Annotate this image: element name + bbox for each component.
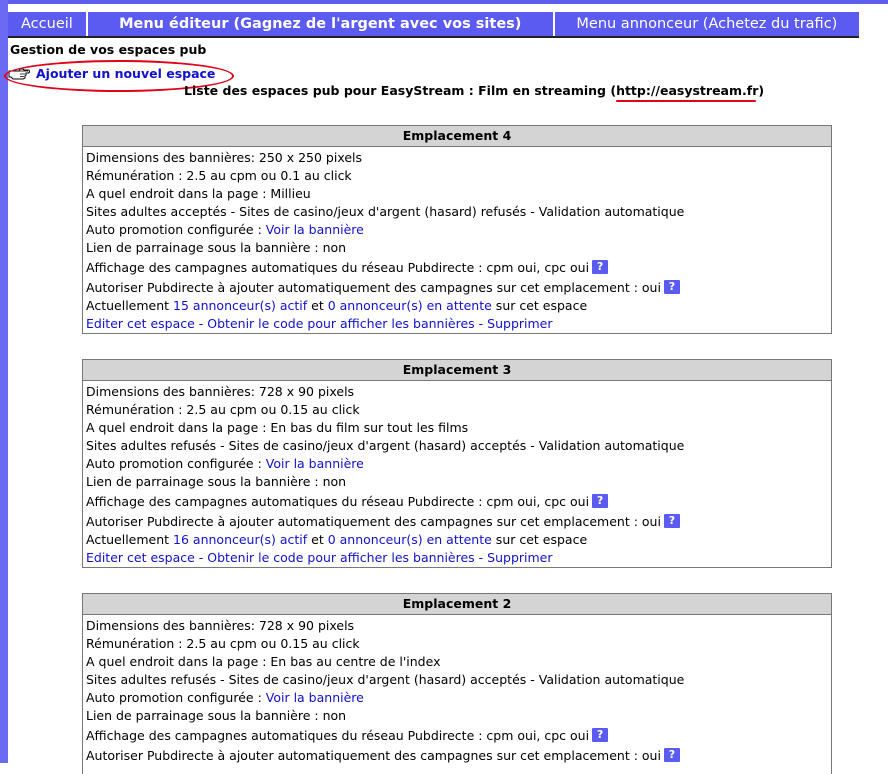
auto-campaigns-line: Affichage des campagnes automatiques du …	[83, 725, 831, 745]
view-banner-link[interactable]: Voir la bannière	[266, 690, 364, 705]
actions-line: Editer cet espace - Obtenir le code pour…	[86, 316, 553, 331]
page-location: A quel endroit dans la page : En bas du …	[86, 420, 469, 435]
pending-advertisers-link[interactable]: 0 annonceur(s) en attente	[328, 532, 492, 547]
box-title: Emplacement 4	[83, 126, 831, 147]
auto-campaigns-text: Affichage des campagnes automatiques du …	[86, 494, 590, 509]
auto-promotion-line: Auto promotion configurée : Voir la bann…	[83, 455, 831, 473]
left-border	[0, 0, 8, 763]
main-menu-bar: Accueil Menu éditeur (Gagnez de l'argent…	[8, 12, 859, 38]
current-advertisers-line: Actuellement 15 annonceur(s) actif et 0 …	[83, 297, 831, 315]
page-location: A quel endroit dans la page : En bas au …	[86, 654, 441, 669]
referral-link-setting: Lien de parrainage sous la bannière : no…	[86, 708, 347, 723]
auto-promotion-line: Auto promotion configurée : Voir la bann…	[83, 689, 831, 707]
ad-space-box: Emplacement 4 Dimensions des bannières: …	[82, 125, 832, 334]
banner-dimensions: Dimensions des bannières: 728 x 90 pixel…	[86, 618, 355, 633]
red-annotation-underline	[616, 100, 757, 102]
authorize-line: Autoriser Pubdirecte à ajouter automatiq…	[83, 511, 831, 531]
auto-promotion-label: Auto promotion configurée :	[86, 456, 266, 471]
list-title-close: )	[758, 83, 765, 98]
authorize-line: Autoriser Pubdirecte à ajouter automatiq…	[83, 745, 831, 765]
current-mid: et	[307, 532, 328, 547]
referral-link-setting: Lien de parrainage sous la bannière : no…	[86, 240, 347, 255]
site-policy: Sites adultes refusés - Sites de casino/…	[86, 672, 685, 687]
list-title-text: Liste des espaces pub pour EasyStream : …	[184, 83, 617, 98]
edit-space-link[interactable]: Editer cet espace	[86, 316, 195, 331]
active-advertisers-link[interactable]: 16 annonceur(s) actif	[173, 532, 307, 547]
ad-space-box: Emplacement 3 Dimensions des bannières: …	[82, 359, 832, 568]
current-prefix: Actuellement	[86, 532, 174, 547]
current-suffix: sur cet espace	[491, 532, 588, 547]
menu-advertiser[interactable]: Menu annonceur (Achetez du trafic)	[555, 12, 859, 36]
site-policy: Sites adultes acceptés - Sites de casino…	[86, 204, 685, 219]
help-icon[interactable]: ?	[592, 728, 609, 742]
delete-space-link[interactable]: Supprimer	[487, 316, 552, 331]
auto-campaigns-text: Affichage des campagnes automatiques du …	[86, 728, 590, 743]
pending-advertisers-link[interactable]: 0 annonceur(s) en attente	[328, 298, 492, 313]
authorize-text: Autoriser Pubdirecte à ajouter automatiq…	[86, 748, 661, 763]
view-banner-link[interactable]: Voir la bannière	[266, 456, 364, 471]
active-advertisers-link[interactable]: 15 annonceur(s) actif	[173, 298, 307, 313]
help-icon[interactable]: ?	[663, 748, 680, 762]
auto-campaigns-text: Affichage des campagnes automatiques du …	[86, 260, 590, 275]
current-prefix: Actuellement	[86, 298, 174, 313]
auto-campaigns-line: Affichage des campagnes automatiques du …	[83, 257, 831, 277]
help-icon[interactable]: ?	[592, 260, 609, 274]
get-code-link[interactable]: Obtenir le code pour afficher les banniè…	[207, 550, 474, 565]
referral-link-setting: Lien de parrainage sous la bannière : no…	[86, 474, 347, 489]
authorize-text: Autoriser Pubdirecte à ajouter automatiq…	[86, 280, 661, 295]
help-icon[interactable]: ?	[663, 514, 680, 528]
site-url-text: http://easystream.fr	[616, 83, 759, 98]
page-location: A quel endroit dans la page : Millieu	[86, 186, 311, 201]
banner-dimensions: Dimensions des bannières: 250 x 250 pixe…	[86, 150, 363, 165]
remuneration: Rémunération : 2.5 au cpm ou 0.1 au clic…	[86, 168, 352, 183]
current-advertisers-line: Actuellement 16 annonceur(s) actif et 0 …	[83, 531, 831, 549]
view-banner-link[interactable]: Voir la bannière	[266, 222, 364, 237]
page-section-title: Gestion de vos espaces pub	[10, 42, 207, 57]
menu-editor[interactable]: Menu éditeur (Gagnez de l'argent avec vo…	[88, 12, 555, 36]
auto-campaigns-line: Affichage des campagnes automatiques du …	[83, 491, 831, 511]
site-url: http://easystream.fr	[616, 83, 759, 102]
remuneration: Rémunération : 2.5 au cpm ou 0.15 au cli…	[86, 636, 360, 651]
authorize-line: Autoriser Pubdirecte à ajouter automatiq…	[83, 277, 831, 297]
box-title: Emplacement 3	[83, 360, 831, 381]
actions-line: Editer cet espace - Obtenir le code pour…	[86, 550, 553, 565]
get-code-link[interactable]: Obtenir le code pour afficher les banniè…	[207, 316, 474, 331]
current-suffix: sur cet espace	[491, 298, 588, 313]
site-policy: Sites adultes refusés - Sites de casino/…	[86, 438, 685, 453]
auto-promotion-label: Auto promotion configurée :	[86, 222, 266, 237]
menu-home[interactable]: Accueil	[8, 12, 88, 36]
edit-space-link[interactable]: Editer cet espace	[86, 550, 195, 565]
help-icon[interactable]: ?	[663, 280, 680, 294]
ad-space-box: Emplacement 2 Dimensions des bannières: …	[82, 593, 832, 774]
delete-space-link[interactable]: Supprimer	[487, 550, 552, 565]
auto-promotion-line: Auto promotion configurée : Voir la bann…	[83, 221, 831, 239]
authorize-text: Autoriser Pubdirecte à ajouter automatiq…	[86, 514, 661, 529]
auto-promotion-label: Auto promotion configurée :	[86, 690, 266, 705]
banner-dimensions: Dimensions des bannières: 728 x 90 pixel…	[86, 384, 355, 399]
help-icon[interactable]: ?	[592, 494, 609, 508]
current-mid: et	[307, 298, 328, 313]
top-strip	[0, 0, 888, 4]
box-title: Emplacement 2	[83, 594, 831, 615]
remuneration: Rémunération : 2.5 au cpm ou 0.15 au cli…	[86, 402, 360, 417]
spaces-list-title: Liste des espaces pub pour EasyStream : …	[184, 83, 765, 102]
